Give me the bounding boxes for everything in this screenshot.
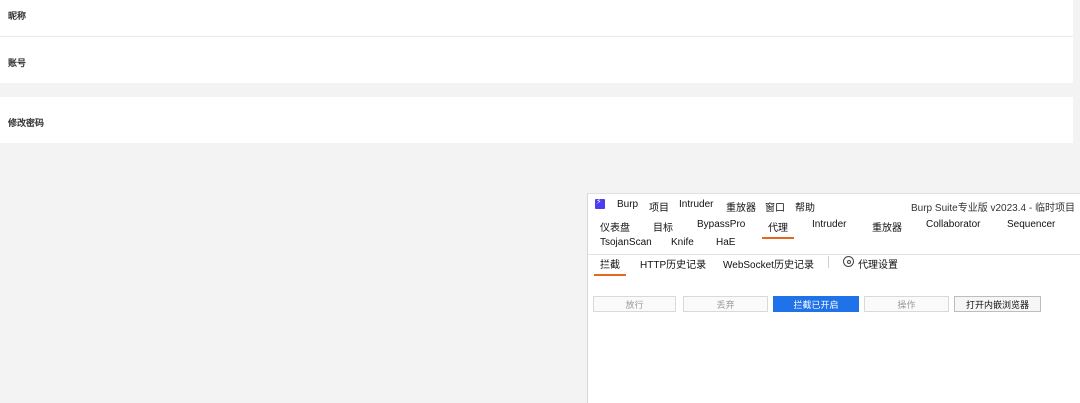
tab-intruder[interactable]: Intruder xyxy=(812,219,846,230)
separator xyxy=(828,256,829,268)
menu-bar: Burp 项目 Intruder 重放器 窗口 帮助 Burp Suite专业版… xyxy=(588,194,1080,214)
tab-sequencer[interactable]: Sequencer xyxy=(1007,219,1055,230)
tab-tsojanscan[interactable]: TsojanScan xyxy=(600,237,652,248)
menu-project[interactable]: 项目 xyxy=(649,199,669,214)
tab-divider xyxy=(588,254,1080,255)
open-browser-button[interactable]: 打开内嵌浏览器 xyxy=(954,296,1041,312)
burp-logo-icon xyxy=(595,197,605,209)
menu-help[interactable]: 帮助 xyxy=(795,199,815,214)
tab-dashboard[interactable]: 仪表盘 xyxy=(600,219,630,234)
drop-button[interactable]: 丢弃 xyxy=(683,296,768,312)
tab-knife[interactable]: Knife xyxy=(671,237,694,248)
menu-repeater[interactable]: 重放器 xyxy=(726,199,756,214)
subtab-intercept[interactable]: 拦截 xyxy=(594,256,626,276)
gear-icon[interactable] xyxy=(843,256,854,267)
nickname-row[interactable]: 昵称 xyxy=(0,0,1073,36)
tab-repeater[interactable]: 重放器 xyxy=(872,219,902,234)
tab-bypasspro[interactable]: BypassPro xyxy=(697,219,745,230)
window-title: Burp Suite专业版 v2023.4 - 临时项目 xyxy=(911,203,1075,214)
tab-target[interactable]: 目标 xyxy=(653,219,673,234)
menu-intruder[interactable]: Intruder xyxy=(679,199,713,210)
change-password-row[interactable]: 修改密码 xyxy=(0,97,1073,143)
intercept-toggle-button[interactable]: 拦截已开启 xyxy=(773,296,859,312)
change-password-label: 修改密码 xyxy=(8,118,45,128)
tab-proxy[interactable]: 代理 xyxy=(762,219,794,239)
menu-window[interactable]: 窗口 xyxy=(765,199,785,214)
menu-burp[interactable]: Burp xyxy=(617,199,638,210)
forward-button[interactable]: 放行 xyxy=(593,296,676,312)
subtab-http-history[interactable]: HTTP历史记录 xyxy=(640,256,706,271)
subtab-websocket-history[interactable]: WebSocket历史记录 xyxy=(723,256,814,271)
tab-collaborator[interactable]: Collaborator xyxy=(926,219,980,230)
tab-hae[interactable]: HaE xyxy=(716,237,735,248)
account-label: 账号 xyxy=(8,58,27,68)
action-button[interactable]: 操作 xyxy=(864,296,949,312)
proxy-settings-button[interactable]: 代理设置 xyxy=(858,256,898,271)
account-row[interactable]: 账号 xyxy=(0,37,1073,83)
nickname-label: 昵称 xyxy=(8,11,27,21)
burp-suite-window: Burp 项目 Intruder 重放器 窗口 帮助 Burp Suite专业版… xyxy=(587,193,1080,403)
